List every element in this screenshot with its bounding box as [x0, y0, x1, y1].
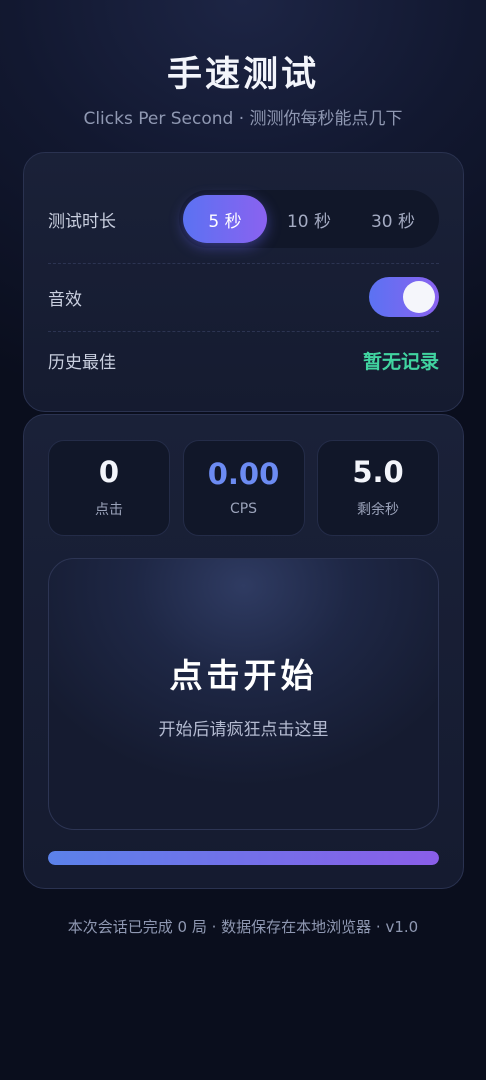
duration-selector: 5 秒 10 秒 30 秒 [179, 190, 439, 248]
footer-text: 本次会话已完成 0 局 · 数据保存在本地浏览器 · v1.0 [67, 918, 419, 936]
best-value: 暂无记录 [362, 350, 439, 373]
duration-option-10s[interactable]: 10 秒 [267, 195, 351, 243]
stat-remaining: 5.0 剩余秒 [317, 440, 439, 536]
remaining-label: 剩余秒 [357, 501, 399, 518]
cps-value: 0.00 [207, 457, 280, 492]
duration-option-5s[interactable]: 5 秒 [183, 195, 267, 243]
click-area-hint: 开始后请疯狂点击这里 [158, 719, 329, 740]
best-label: 历史最佳 [48, 352, 116, 373]
sound-toggle[interactable] [369, 277, 439, 317]
progress-fill [48, 851, 439, 865]
divider [48, 331, 439, 332]
toggle-knob [403, 281, 435, 313]
stat-clicks: 0 点击 [48, 440, 170, 536]
clicks-label: 点击 [95, 501, 123, 518]
duration-row: 测试时长 5 秒 10 秒 30 秒 [48, 189, 439, 249]
click-area[interactable]: 点击开始 开始后请疯狂点击这里 [48, 558, 439, 830]
settings-card: 测试时长 5 秒 10 秒 30 秒 音效 历史最佳 暂无记录 [23, 152, 464, 412]
clicks-value: 0 [98, 455, 120, 490]
best-row: 历史最佳 暂无记录 [48, 333, 439, 387]
stat-cps: 0.00 CPS [182, 440, 305, 536]
stats-row: 0 点击 0.00 CPS 5.0 剩余秒 [48, 440, 439, 536]
progress-bar [48, 851, 439, 865]
click-area-title: 点击开始 [169, 655, 318, 695]
sound-label: 音效 [48, 289, 82, 310]
duration-option-30s[interactable]: 30 秒 [351, 195, 435, 243]
play-card: 0 点击 0.00 CPS 5.0 剩余秒 点击开始 开始后请疯狂点击这里 [23, 414, 464, 889]
cps-label: CPS [229, 500, 258, 517]
sound-row: 音效 [48, 265, 439, 329]
page-title: 手速测试 [166, 55, 319, 95]
divider [48, 263, 439, 264]
duration-label: 测试时长 [48, 211, 116, 232]
page-subtitle: Clicks Per Second · 测测你每秒能点几下 [83, 109, 403, 129]
remaining-value: 5.0 [352, 455, 404, 490]
